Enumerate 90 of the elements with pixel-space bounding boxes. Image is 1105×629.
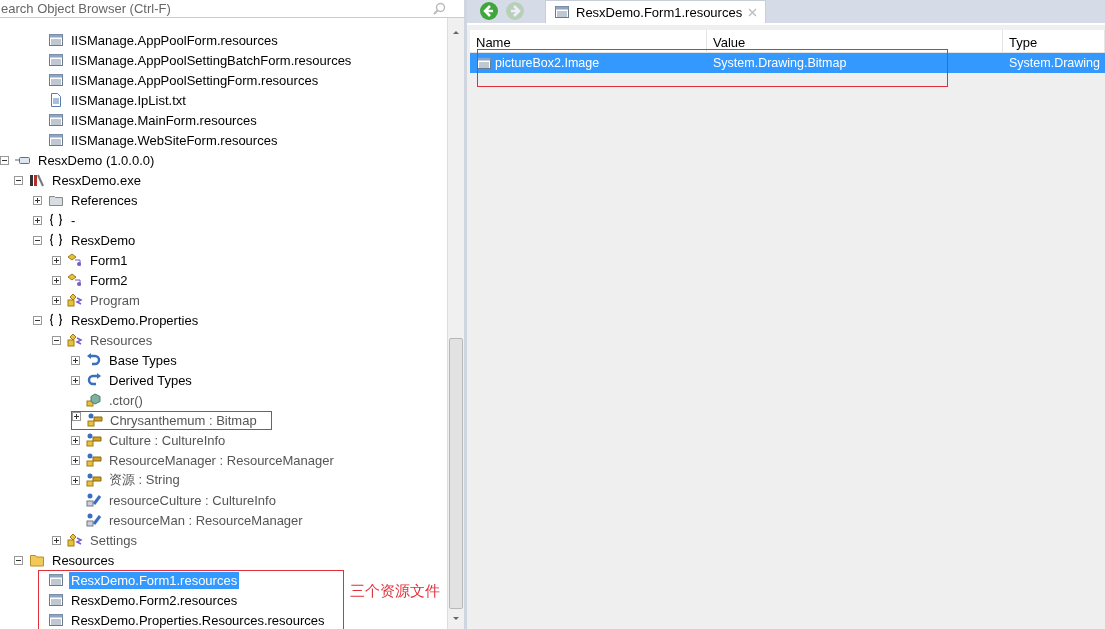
tree-item[interactable]: Chrysanthemum : Bitmap [108, 411, 259, 429]
curved-arrow-icon [86, 352, 102, 368]
tree-item[interactable]: - [69, 211, 78, 229]
property-icon [86, 472, 102, 488]
resource-file-icon [48, 72, 64, 88]
tree-item[interactable]: Derived Types [107, 371, 194, 389]
tree-item[interactable]: IISManage.AppPoolSettingForm.resources [69, 71, 321, 89]
resource-file-icon [48, 112, 64, 128]
tree-item[interactable]: Resources [88, 331, 155, 349]
resource-file-icon [48, 52, 64, 68]
resource-file-icon [554, 4, 570, 20]
braces-icon [48, 212, 64, 228]
braces-icon [48, 232, 64, 248]
collapse-icon[interactable] [33, 315, 42, 325]
expand-icon[interactable] [33, 215, 42, 225]
resource-file-icon [48, 32, 64, 48]
scroll-up-icon[interactable] [452, 28, 460, 36]
resource-file-icon [48, 612, 64, 628]
collapse-icon[interactable] [52, 335, 61, 345]
search-field[interactable]: earch Object Browser (Ctrl-F) [1, 1, 433, 16]
tree-item[interactable]: resourceCulture : CultureInfo [107, 491, 278, 509]
tree-item[interactable]: ResxDemo.Properties.Resources.resources [69, 611, 327, 629]
table-cell: pictureBox2.Image [495, 56, 600, 70]
expand-icon[interactable] [52, 255, 61, 265]
tree-item[interactable]: 资源 : String [107, 470, 182, 490]
resource-file-icon [48, 592, 64, 608]
field-icon [86, 492, 102, 508]
scroll-down-icon[interactable] [452, 615, 460, 623]
resource-file-icon [48, 572, 64, 588]
braces-icon [48, 312, 64, 328]
tree-item[interactable]: IISManage.WebSiteForm.resources [69, 131, 280, 149]
collapse-icon[interactable] [14, 175, 23, 185]
folder-icon [29, 552, 45, 568]
tree-item[interactable]: .ctor() [107, 391, 145, 409]
tree-item[interactable]: ResxDemo.Properties [69, 311, 201, 329]
tree-item[interactable]: ResxDemo.Form2.resources [69, 591, 240, 609]
expand-icon[interactable] [33, 195, 42, 205]
tree-item[interactable]: Form2 [88, 271, 130, 289]
text-file-icon [48, 92, 64, 108]
resource-file-icon [48, 132, 64, 148]
tree-item[interactable]: ResxDemo.exe [50, 171, 143, 189]
collapse-icon[interactable] [0, 155, 9, 165]
expand-icon[interactable] [71, 455, 80, 465]
column-header[interactable]: Name [470, 30, 707, 52]
annotation-note: 三个资源文件 [350, 582, 440, 601]
tree-item[interactable]: Base Types [107, 351, 179, 369]
tree-item[interactable]: Program [88, 291, 142, 309]
expand-icon[interactable] [71, 435, 80, 445]
expand-icon[interactable] [52, 535, 61, 545]
expand-icon[interactable] [52, 275, 61, 285]
curved-arrow-icon [86, 372, 102, 388]
property-icon [86, 452, 102, 468]
property-icon [87, 411, 103, 428]
tree-item[interactable]: ResxDemo [69, 231, 138, 249]
tree-item[interactable]: Settings [88, 531, 139, 549]
tree-item[interactable]: Form1 [88, 251, 130, 269]
expand-icon[interactable] [71, 475, 80, 485]
tree-item[interactable]: ResourceManager : ResourceManager [107, 451, 336, 469]
class-icon [67, 272, 83, 288]
class-icon [67, 532, 83, 548]
document-tab[interactable]: ResxDemo.Form1.resources [545, 0, 767, 23]
expand-icon[interactable] [72, 411, 81, 421]
tree-item[interactable]: IISManage.IpList.txt [69, 91, 188, 109]
tree-item[interactable]: Resources [50, 551, 117, 569]
expand-icon[interactable] [52, 295, 61, 305]
class-icon [67, 292, 83, 308]
tree-item[interactable]: IISManage.MainForm.resources [69, 111, 259, 129]
resource-file-icon [476, 55, 492, 71]
collapse-icon[interactable] [14, 555, 23, 565]
column-header[interactable]: Value [707, 30, 1003, 52]
expand-icon[interactable] [71, 355, 80, 365]
books-icon [29, 172, 45, 188]
tree-item[interactable]: IISManage.AppPoolSettingBatchForm.resources [69, 51, 354, 69]
method-icon [86, 392, 102, 408]
property-icon [86, 432, 102, 448]
back-icon[interactable] [479, 1, 499, 21]
expand-icon[interactable] [71, 375, 80, 385]
field-icon [86, 512, 102, 528]
collapse-icon[interactable] [33, 235, 42, 245]
tree-item[interactable]: ResxDemo (1.0.0.0) [36, 151, 157, 169]
class-icon [67, 252, 83, 268]
tree-item[interactable]: References [69, 191, 140, 209]
scrollbar[interactable] [447, 18, 464, 629]
table-cell: System.Drawing.Bitmap [713, 56, 847, 70]
tree-item[interactable]: Culture : CultureInfo [107, 431, 228, 449]
table-cell: System.Drawing [1009, 56, 1100, 70]
class-icon [67, 332, 83, 348]
tree-item[interactable]: IISManage.AppPoolForm.resources [69, 31, 280, 49]
column-header[interactable]: Type [1003, 30, 1105, 52]
tree-item[interactable]: resourceMan : ResourceManager [107, 511, 305, 529]
